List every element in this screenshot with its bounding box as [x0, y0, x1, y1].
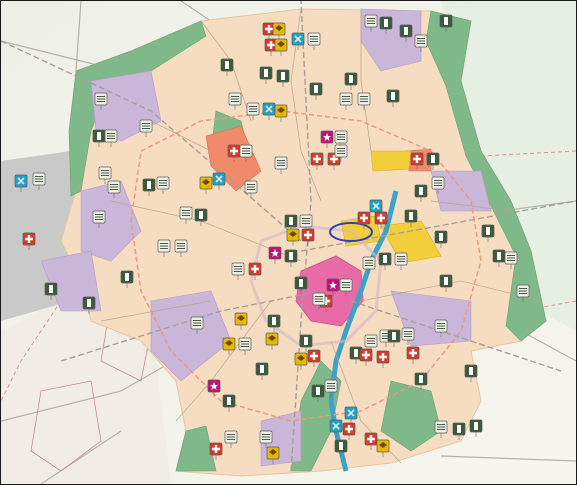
housing-icon-glyph [281, 72, 285, 80]
housing-icon-glyph [444, 277, 448, 285]
grid-icon-glyph [227, 434, 235, 440]
housing-icon-glyph [474, 422, 478, 430]
grid-icon-glyph [434, 180, 442, 186]
housing-icon-glyph [486, 227, 490, 235]
housing-icon-glyph [87, 299, 91, 307]
grid-icon-glyph [177, 243, 185, 249]
grid-icon-glyph [241, 341, 249, 347]
grid-icon-glyph [193, 320, 201, 326]
housing-icon-glyph [289, 217, 293, 225]
housing-icon-glyph [431, 155, 435, 163]
grid-icon-glyph [249, 106, 257, 112]
grid-icon-glyph [159, 180, 167, 186]
housing-icon-glyph [419, 187, 423, 195]
housing-icon-glyph [384, 19, 388, 27]
grid-icon-glyph [519, 288, 527, 294]
housing-icon-glyph [260, 365, 264, 373]
housing-icon-glyph [469, 367, 473, 375]
grid-icon-glyph [160, 243, 168, 249]
grid-icon-glyph [365, 260, 373, 266]
grid-icon-glyph [310, 36, 318, 42]
housing-icon-glyph [304, 337, 308, 345]
grid-icon-glyph [397, 256, 405, 262]
grid-icon-glyph [360, 96, 368, 102]
grid-icon-glyph [95, 214, 103, 220]
housing-icon-glyph [289, 252, 293, 260]
grid-icon-glyph [367, 18, 375, 24]
grid-icon-glyph [302, 218, 310, 224]
grid-icon-glyph [342, 282, 350, 288]
grid-icon-glyph [262, 434, 270, 440]
housing-icon-glyph [97, 132, 101, 140]
housing-icon-glyph [299, 279, 303, 287]
housing-icon-glyph [49, 285, 53, 293]
housing-icon-glyph [225, 61, 229, 69]
grid-icon-glyph [277, 160, 285, 166]
grid-icon-glyph [234, 266, 242, 272]
grid-icon-glyph [315, 296, 323, 302]
grid-icon-glyph [107, 133, 115, 139]
grid-icon-glyph [247, 184, 255, 190]
housing-icon-glyph [272, 317, 276, 325]
housing-icon-glyph [444, 17, 448, 25]
grid-icon-glyph [437, 323, 445, 329]
housing-icon-glyph [404, 27, 408, 35]
grid-icon-glyph [417, 38, 425, 44]
housing-icon-glyph [457, 425, 461, 433]
grid-icon-glyph [97, 96, 105, 102]
grid-icon-glyph [337, 148, 345, 154]
city-zoning-map [0, 0, 577, 485]
grid-icon-glyph [342, 96, 350, 102]
grid-icon-glyph [110, 184, 118, 190]
grid-icon-glyph [337, 134, 345, 140]
housing-icon-glyph [419, 375, 423, 383]
housing-icon-glyph [383, 255, 387, 263]
grid-icon-glyph [242, 148, 250, 154]
housing-icon-glyph [125, 273, 129, 281]
grid-icon-glyph [507, 255, 515, 261]
housing-icon-glyph [439, 233, 443, 241]
housing-icon-glyph [264, 69, 268, 77]
grid-icon-glyph [437, 424, 445, 430]
housing-icon-glyph [147, 181, 151, 189]
grid-icon-glyph [182, 210, 190, 216]
housing-icon-glyph [392, 332, 396, 340]
housing-icon-glyph [199, 211, 203, 219]
grid-icon-glyph [367, 338, 375, 344]
housing-icon-glyph [227, 397, 231, 405]
housing-icon-glyph [349, 75, 353, 83]
grid-icon-glyph [404, 331, 412, 337]
housing-icon-glyph [497, 252, 501, 260]
housing-icon-glyph [354, 349, 358, 357]
housing-icon-glyph [316, 387, 320, 395]
grid-icon-glyph [327, 383, 335, 389]
grid-icon-glyph [35, 176, 43, 182]
grid-icon-glyph [142, 123, 150, 129]
housing-icon-glyph [409, 212, 413, 220]
grid-icon-glyph [231, 96, 239, 102]
housing-icon-glyph [314, 85, 318, 93]
housing-icon-glyph [391, 92, 395, 100]
housing-icon-glyph [339, 442, 343, 450]
grid-icon-glyph [101, 170, 109, 176]
map-canvas[interactable] [1, 1, 576, 484]
